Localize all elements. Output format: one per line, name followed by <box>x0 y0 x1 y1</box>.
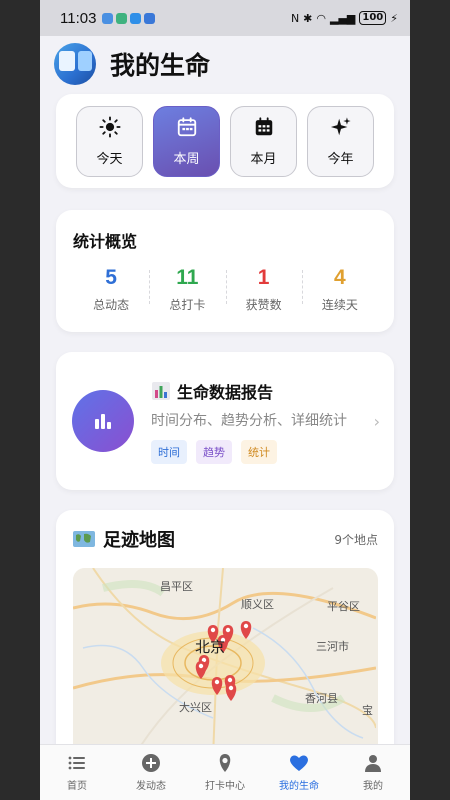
footprint-map[interactable]: 昌平区 顺义区 平谷区 北京 三河市 香河县 大兴区 宝 <box>73 568 378 758</box>
add-circle-icon <box>142 754 160 772</box>
map-background <box>73 568 376 758</box>
data-report-card[interactable]: 生命数据报告 时间分布、趋势分析、详细统计 时间 趋势 统计 › <box>56 352 394 490</box>
period-selector: 今天 本周 本月 今年 <box>56 94 394 188</box>
app-notification-icon <box>102 12 114 24</box>
period-label: 今年 <box>327 151 354 167</box>
period-year-button[interactable]: 今年 <box>307 105 374 177</box>
tab-profile[interactable]: 我的 <box>336 745 410 800</box>
stat-label: 连续天 <box>321 298 358 312</box>
stat-label: 总打卡 <box>169 298 206 312</box>
message-notification-icon <box>130 12 142 24</box>
tab-post[interactable]: 发动态 <box>114 745 188 800</box>
tag-stats: 统计 <box>241 439 277 464</box>
map-label: 香河县 <box>305 692 338 705</box>
bar-chart-icon <box>72 390 134 452</box>
stat-total-posts[interactable]: 5 总动态 <box>73 266 149 313</box>
page-header: 我的生命 <box>40 36 410 92</box>
charging-icon: ⚡ <box>390 11 398 25</box>
report-title-text: 生命数据报告 <box>177 382 274 402</box>
sun-icon <box>98 115 121 138</box>
battery-icon: 100 <box>359 11 387 25</box>
bluetooth-icon: ✱ <box>303 11 313 25</box>
tag-time: 时间 <box>151 439 187 464</box>
stat-label: 获赞数 <box>245 298 282 312</box>
tab-checkin-center[interactable]: 打卡中心 <box>188 745 262 800</box>
tag-trend: 趋势 <box>196 439 232 464</box>
wifi-icon: ◠ <box>316 11 326 25</box>
tab-label: 打卡中心 <box>205 781 245 792</box>
stats-row: 5 总动态 11 总打卡 1 获赞数 4 连续天 <box>73 266 378 313</box>
report-tags: 时间 趋势 统计 <box>151 439 370 464</box>
app-notification-icon <box>116 12 128 24</box>
person-icon <box>365 755 381 772</box>
sparkles-icon <box>330 116 351 135</box>
status-time: 11:03 <box>60 9 97 27</box>
stat-likes[interactable]: 1 获赞数 <box>225 266 302 313</box>
report-title: 生命数据报告 <box>151 379 370 403</box>
list-icon <box>68 756 85 770</box>
tab-label: 发动态 <box>136 781 166 792</box>
footprint-map-card: 足迹地图 9个地点 昌平区 顺义区 平谷区 北京 三河市 香河县 大兴区 宝 <box>56 510 394 770</box>
report-body: 生命数据报告 时间分布、趋势分析、详细统计 时间 趋势 统计 <box>151 379 370 464</box>
tab-label: 我的生命 <box>279 781 319 792</box>
app-logo[interactable] <box>54 43 96 85</box>
calendar-icon <box>177 116 196 136</box>
map-label: 平谷区 <box>327 600 360 613</box>
page-title: 我的生命 <box>110 51 211 80</box>
stats-overview-card: 统计概览 5 总动态 11 总打卡 1 获赞数 4 连续天 <box>56 210 394 332</box>
period-month-button[interactable]: 本月 <box>230 105 297 177</box>
signal-icon: ▂▄▆ <box>330 11 356 25</box>
map-header: 足迹地图 9个地点 <box>73 526 378 552</box>
map-label: 大兴区 <box>179 701 212 714</box>
period-label: 本月 <box>250 151 277 167</box>
map-label: 昌平区 <box>160 580 193 593</box>
location-pin-icon <box>219 754 231 772</box>
tab-label: 首页 <box>67 781 87 792</box>
period-label: 本周 <box>173 151 200 167</box>
period-today-button[interactable]: 今天 <box>76 105 143 177</box>
map-label-city: 北京 <box>195 638 226 656</box>
report-description: 时间分布、趋势分析、详细统计 <box>151 412 347 429</box>
period-label: 今天 <box>96 151 123 167</box>
stat-value: 1 <box>257 266 270 289</box>
map-title: 足迹地图 <box>73 526 175 552</box>
stat-label: 总动态 <box>93 298 130 312</box>
world-map-icon <box>73 531 95 547</box>
map-label: 三河市 <box>316 640 349 653</box>
stat-value: 4 <box>334 266 346 289</box>
tab-home[interactable]: 首页 <box>40 745 114 800</box>
stat-value: 5 <box>105 266 117 289</box>
bottom-tab-bar: 首页 发动态 打卡中心 我的生命 我的 <box>40 744 410 800</box>
tab-label: 我的 <box>363 781 383 792</box>
nfc-icon: N <box>290 11 300 25</box>
map-label: 宝 <box>362 704 373 717</box>
map-title-text: 足迹地图 <box>103 530 175 551</box>
map-label: 顺义区 <box>241 598 274 611</box>
tab-my-life[interactable]: 我的生命 <box>262 745 336 800</box>
app-screen: 11:03 N ✱ ◠ ▂▄▆ 100 ⚡ 我的生命 今天 本周 本月 今年 统… <box>40 0 410 800</box>
location-count: 9个地点 <box>334 532 378 547</box>
stat-value: 11 <box>176 266 199 289</box>
bar-chart-emoji-icon <box>152 381 170 400</box>
notification-icons <box>102 12 156 24</box>
chevron-right-icon: › <box>373 411 380 431</box>
status-bar: 11:03 N ✱ ◠ ▂▄▆ 100 ⚡ <box>40 0 410 36</box>
stat-streak-days[interactable]: 4 连续天 <box>301 266 378 313</box>
app-notification-icon <box>144 12 156 24</box>
stat-total-checkins[interactable]: 11 总打卡 <box>149 266 225 313</box>
heart-icon <box>290 755 308 771</box>
period-week-button[interactable]: 本周 <box>153 105 220 177</box>
status-icons: N ✱ ◠ ▂▄▆ 100 ⚡ <box>291 11 398 25</box>
calendar-grid-icon <box>255 116 272 135</box>
stats-title: 统计概览 <box>73 232 138 251</box>
